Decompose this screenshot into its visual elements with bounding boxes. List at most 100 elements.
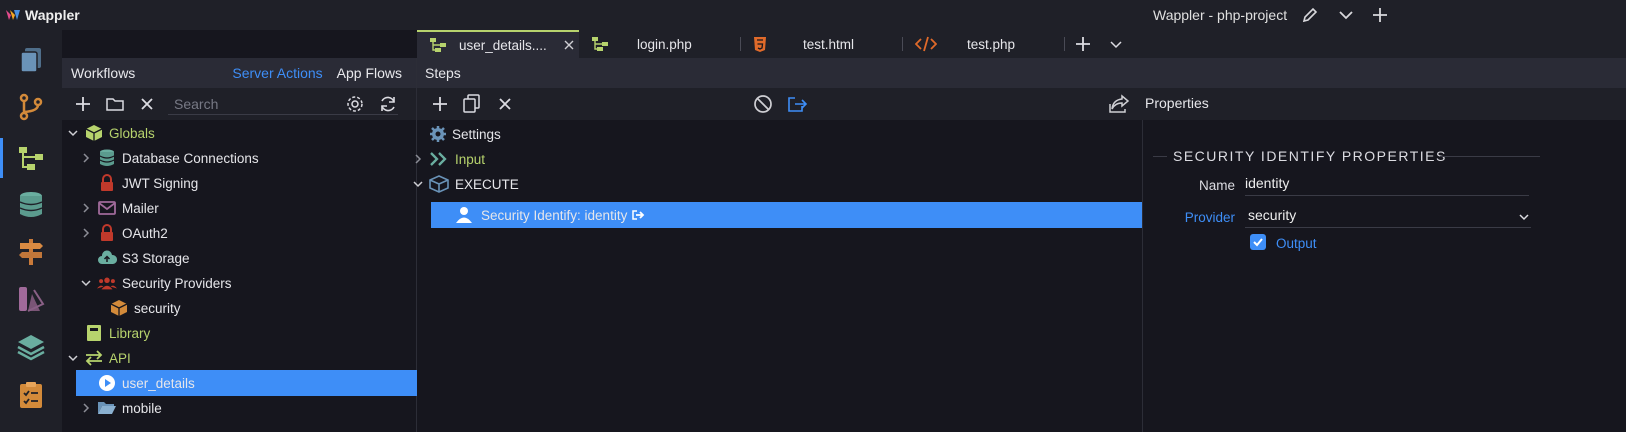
tree-item-library[interactable]: Library <box>80 321 150 345</box>
step-label: Settings <box>452 126 501 142</box>
tasks-icon[interactable] <box>14 378 48 412</box>
step-security-identify[interactable]: Security Identify: identity <box>455 203 646 227</box>
tree-item-label: Library <box>109 325 151 341</box>
workflows-icon[interactable] <box>14 141 48 175</box>
book-icon <box>84 323 104 343</box>
refresh-icon <box>381 96 395 112</box>
tab-login-php[interactable]: login.php <box>579 30 741 58</box>
wappler-logo-icon <box>6 10 20 20</box>
add-button[interactable] <box>67 88 99 120</box>
html5-icon <box>754 37 766 52</box>
tab-server-actions[interactable]: Server Actions <box>232 65 322 81</box>
files-icon[interactable] <box>14 42 48 76</box>
name-field[interactable]: identity <box>1245 172 1529 196</box>
tree-item-label: Globals <box>109 125 155 141</box>
tab-label: test.php <box>967 36 1016 52</box>
copy-icon[interactable] <box>463 94 481 114</box>
plus-icon <box>76 97 90 111</box>
tab-user-details[interactable]: user_details.... <box>417 30 579 58</box>
tab-test-html[interactable]: test.html <box>741 30 903 58</box>
chevron-down-icon[interactable] <box>413 179 423 189</box>
delete-button[interactable] <box>131 88 163 120</box>
tree-item-oauth2[interactable]: OAuth2 <box>79 221 168 245</box>
tree-item-user-details[interactable]: user_details <box>93 371 195 395</box>
tree-item-label: S3 Storage <box>122 250 190 266</box>
disable-icon[interactable] <box>753 94 773 114</box>
step-label: EXECUTE <box>455 176 519 192</box>
name-value: identity <box>1245 175 1290 191</box>
tree-item-label: security <box>134 300 181 316</box>
refresh-button[interactable] <box>372 88 404 120</box>
gear-icon <box>430 126 446 142</box>
lock-icon <box>97 223 117 243</box>
package-icon <box>109 298 129 318</box>
tree-item-s3-storage[interactable]: S3 Storage <box>93 246 190 270</box>
chevron-right-icon[interactable] <box>79 203 93 213</box>
edit-icon[interactable] <box>1300 5 1320 25</box>
editor-tabs: user_details.... login.php test.html tes… <box>417 30 1626 58</box>
tree-item-database-connections[interactable]: Database Connections <box>79 146 259 170</box>
folder-icon <box>106 98 124 111</box>
tree-item-mailer[interactable]: Mailer <box>79 196 159 220</box>
routing-icon[interactable] <box>14 235 48 269</box>
tab-test-php[interactable]: test.php <box>903 30 1065 58</box>
chevron-right-icon[interactable] <box>79 153 93 163</box>
export-icon[interactable] <box>1108 94 1130 114</box>
step-settings[interactable]: Settings <box>429 122 501 146</box>
new-tab-button[interactable] <box>1065 30 1101 58</box>
plus-icon[interactable] <box>1370 5 1390 25</box>
play-icon <box>97 373 117 393</box>
chevron-down-icon[interactable] <box>79 278 93 288</box>
section-title: SECURITY IDENTIFY PROPERTIES <box>1173 148 1447 164</box>
chevron-right-icon[interactable] <box>413 154 423 164</box>
tab-label: user_details.... <box>459 37 547 53</box>
tab-app-flows[interactable]: App Flows <box>337 65 402 81</box>
chevron-down-icon[interactable] <box>66 353 80 363</box>
output-checkbox[interactable] <box>1250 234 1266 250</box>
chevron-down-icon[interactable] <box>1336 5 1356 25</box>
workflow-icon <box>430 38 446 52</box>
tree-item-globals[interactable]: Globals <box>66 121 155 145</box>
step-input[interactable]: Input <box>413 147 485 171</box>
provider-select[interactable]: security <box>1245 204 1531 228</box>
chevron-right-icon[interactable] <box>79 403 93 413</box>
close-icon[interactable] <box>563 39 575 51</box>
steps-title: Steps <box>425 65 461 81</box>
close-icon[interactable] <box>498 97 512 111</box>
workflows-title: Workflows <box>71 65 136 81</box>
tabs-menu-button[interactable] <box>1101 30 1131 58</box>
chevron-down-icon <box>1519 214 1529 221</box>
new-folder-button[interactable] <box>99 88 131 120</box>
settings-button[interactable] <box>339 88 371 120</box>
section-divider <box>1440 156 1540 157</box>
layers-icon[interactable] <box>14 330 48 364</box>
plus-icon[interactable] <box>431 95 449 113</box>
provider-label: Provider <box>1184 210 1235 225</box>
steps-tree: Settings Input EXECUTE Security Identify… <box>413 120 1142 432</box>
step-execute[interactable]: EXECUTE <box>413 172 519 196</box>
output-icon[interactable] <box>787 94 809 114</box>
database-icon[interactable] <box>14 188 48 222</box>
gear-icon <box>347 96 363 112</box>
tree-item-security[interactable]: security <box>105 296 181 320</box>
chevron-right-icon[interactable] <box>79 228 93 238</box>
tree-item-label: user_details <box>122 375 195 391</box>
swap-arrows-icon <box>84 348 104 368</box>
tree-item-mobile[interactable]: mobile <box>79 396 162 420</box>
code-icon <box>915 36 937 52</box>
git-icon[interactable] <box>14 90 48 124</box>
chevron-down-icon[interactable] <box>66 128 80 138</box>
app-name: Wappler <box>25 7 80 23</box>
tree-item-label: Security Providers <box>122 275 232 291</box>
output-icon <box>632 210 645 220</box>
tab-label: login.php <box>637 36 692 52</box>
tree-item-label: Mailer <box>122 200 159 216</box>
tree-item-api[interactable]: API <box>66 346 131 370</box>
double-chevron-right-icon <box>430 152 447 166</box>
tree-item-label: mobile <box>122 400 162 416</box>
tree-item-label: JWT Signing <box>122 175 199 191</box>
tree-item-jwt-signing[interactable]: JWT Signing <box>93 171 198 195</box>
tree-item-security-providers[interactable]: Security Providers <box>79 271 232 295</box>
lock-icon <box>97 173 117 193</box>
design-icon[interactable] <box>14 282 48 316</box>
